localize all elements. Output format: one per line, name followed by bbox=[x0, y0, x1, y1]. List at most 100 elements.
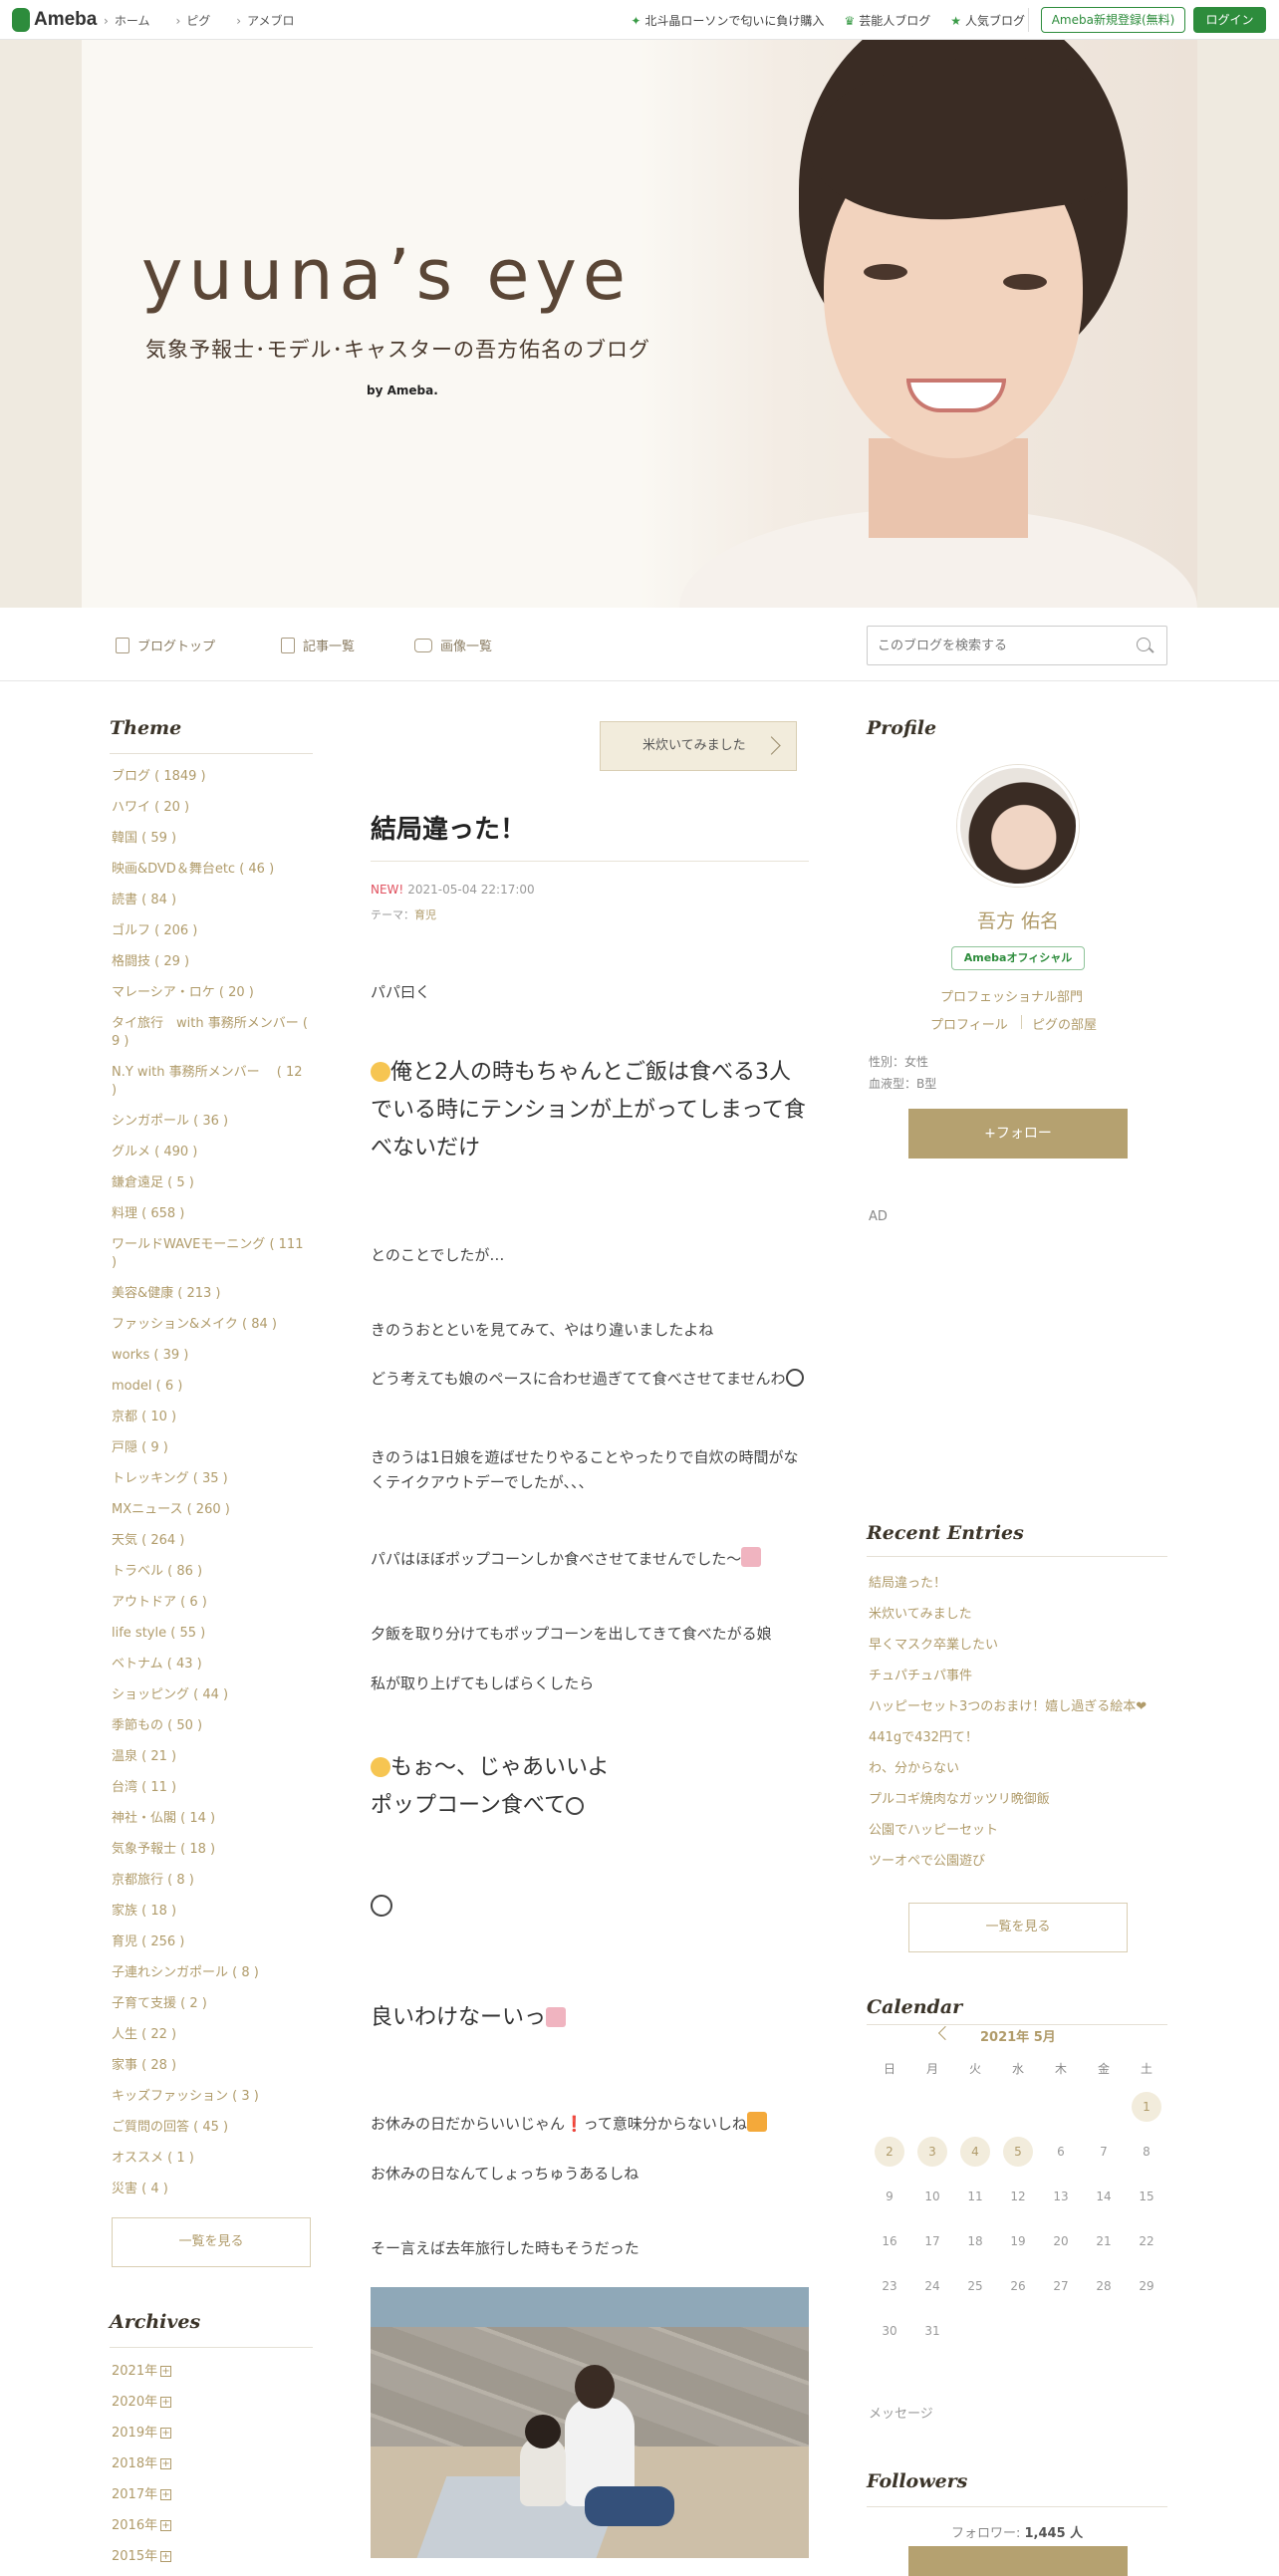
profile-name[interactable]: 吾方 佑名 bbox=[976, 906, 1060, 933]
theme-item[interactable]: 京都旅行 ( 8 ) bbox=[112, 1866, 311, 1897]
recent-entry-item[interactable]: 米炊いてみました bbox=[869, 1600, 1167, 1631]
theme-item[interactable]: 鎌倉遠足 ( 5 ) bbox=[112, 1168, 311, 1199]
theme-item[interactable]: グルメ ( 490 ) bbox=[112, 1138, 311, 1168]
entry-photo[interactable] bbox=[371, 2287, 809, 2558]
profile-avatar[interactable] bbox=[957, 765, 1079, 887]
expand-icon[interactable]: + bbox=[160, 2520, 172, 2531]
header-banner[interactable]: yuuna’s eye 気象予報士･モデル･キャスターの吾方佑名のブログ by … bbox=[82, 40, 1197, 608]
follow-button[interactable]: +フォロー bbox=[908, 1109, 1128, 1159]
theme-item[interactable]: 映画&DVD＆舞台etc ( 46 ) bbox=[112, 855, 311, 886]
celebrity-blog-link[interactable]: ♛ 芸能人ブログ bbox=[844, 12, 930, 29]
theme-item[interactable]: ショッピング ( 44 ) bbox=[112, 1680, 311, 1711]
trending-link[interactable]: ✦ 北斗晶ローソンで匂いに負け購入 bbox=[631, 12, 824, 29]
prev-entry-button[interactable]: 米炊いてみました bbox=[600, 721, 797, 771]
theme-item[interactable]: 美容&健康 ( 213 ) bbox=[112, 1279, 311, 1310]
search-icon[interactable] bbox=[1137, 638, 1151, 651]
theme-item[interactable]: 格闘技 ( 29 ) bbox=[112, 947, 311, 978]
theme-item[interactable]: 天気 ( 264 ) bbox=[112, 1526, 311, 1557]
theme-item[interactable]: 子連れシンガポール ( 8 ) bbox=[112, 1958, 311, 1989]
popular-blog-link[interactable]: ★ 人気ブログ bbox=[950, 12, 1025, 29]
theme-item[interactable]: model ( 6 ) bbox=[112, 1372, 311, 1403]
profile-category-link[interactable]: プロフェッショナル部門 bbox=[940, 986, 1083, 1005]
calendar-day[interactable]: 2 bbox=[875, 2137, 904, 2167]
login-button[interactable]: ログイン bbox=[1193, 7, 1266, 33]
expand-icon[interactable]: + bbox=[160, 2428, 172, 2439]
recent-entry-item[interactable]: わ、分からない bbox=[869, 1754, 1167, 1785]
nav-ameblo-link[interactable]: アメブロ bbox=[236, 12, 294, 29]
calendar-day[interactable]: 3 bbox=[917, 2137, 947, 2167]
theme-item[interactable]: 韓国 ( 59 ) bbox=[112, 824, 311, 855]
calendar-day[interactable]: 5 bbox=[1003, 2137, 1033, 2167]
register-button[interactable]: Ameba新規登録(無料) bbox=[1041, 7, 1185, 33]
theme-item[interactable]: 災害 ( 4 ) bbox=[112, 2175, 311, 2205]
recent-entry-item[interactable]: ハッピーセット3つのおまけ！嬉し過ぎる絵本❤ bbox=[869, 1692, 1167, 1723]
theme-item[interactable]: 季節もの ( 50 ) bbox=[112, 1711, 311, 1742]
expand-icon[interactable]: + bbox=[160, 2551, 172, 2562]
pigg-room-link[interactable]: ピグの部屋 bbox=[1032, 1014, 1097, 1033]
theme-item[interactable]: 子育て支援 ( 2 ) bbox=[112, 1989, 311, 2020]
calendar-day[interactable]: 4 bbox=[960, 2137, 990, 2167]
archive-year[interactable]: 2018年 + bbox=[112, 2449, 311, 2480]
recent-entry-item[interactable]: ツーオペで公園遊び bbox=[869, 1847, 1167, 1878]
theme-item[interactable]: 戸隠 ( 9 ) bbox=[112, 1433, 311, 1464]
ameba-logo[interactable]: Ameba bbox=[12, 8, 97, 32]
entry-theme-link[interactable]: 育児 bbox=[414, 908, 436, 921]
entry-title[interactable]: 結局違った！ bbox=[371, 809, 526, 846]
theme-item[interactable]: MXニュース ( 260 ) bbox=[112, 1495, 311, 1526]
official-badge[interactable]: Amebaオフィシャル bbox=[951, 946, 1085, 970]
theme-item[interactable]: 読書 ( 84 ) bbox=[112, 886, 311, 916]
archive-year[interactable]: 2020年 + bbox=[112, 2388, 311, 2419]
theme-item[interactable]: キッズファッション ( 3 ) bbox=[112, 2082, 311, 2113]
theme-item[interactable]: アウトドア ( 6 ) bbox=[112, 1588, 311, 1619]
nav-entry-list[interactable]: 記事一覧 bbox=[281, 636, 355, 654]
theme-item[interactable]: 温泉 ( 21 ) bbox=[112, 1742, 311, 1773]
theme-item[interactable]: トレッキング ( 35 ) bbox=[112, 1464, 311, 1495]
nav-blog-top[interactable]: ブログトップ bbox=[116, 636, 215, 654]
message-link[interactable]: メッセージ bbox=[869, 2403, 933, 2422]
recent-entry-item[interactable]: 早くマスク卒業したい bbox=[869, 1631, 1167, 1662]
nav-pigg-link[interactable]: ピグ bbox=[175, 12, 210, 29]
archive-year[interactable]: 2017年 + bbox=[112, 2480, 311, 2511]
expand-icon[interactable]: + bbox=[160, 2489, 172, 2500]
nav-home-link[interactable]: ホーム bbox=[104, 12, 150, 29]
theme-item[interactable]: 料理 ( 658 ) bbox=[112, 1199, 311, 1230]
theme-item[interactable]: ご質問の回答 ( 45 ) bbox=[112, 2113, 311, 2144]
follow-button-bottom[interactable] bbox=[908, 2546, 1128, 2576]
theme-item[interactable]: ワールドWAVEモーニング ( 111 ) bbox=[112, 1230, 311, 1279]
archive-year[interactable]: 2019年 + bbox=[112, 2419, 311, 2449]
calendar-day[interactable]: 1 bbox=[1132, 2092, 1161, 2122]
profile-link[interactable]: プロフィール bbox=[930, 1014, 1008, 1033]
theme-item[interactable]: 京都 ( 10 ) bbox=[112, 1403, 311, 1433]
theme-item[interactable]: シンガポール ( 36 ) bbox=[112, 1107, 311, 1138]
calendar-prev-icon[interactable] bbox=[937, 2025, 953, 2041]
recent-more-button[interactable]: 一覧を見る bbox=[908, 1903, 1128, 1952]
archive-year[interactable]: 2021年 + bbox=[112, 2357, 311, 2388]
theme-item[interactable]: ハワイ ( 20 ) bbox=[112, 793, 311, 824]
theme-item[interactable]: 神社・仏閣 ( 14 ) bbox=[112, 1804, 311, 1835]
theme-item[interactable]: works ( 39 ) bbox=[112, 1341, 311, 1372]
recent-entry-item[interactable]: 441gで432円て！ bbox=[869, 1723, 1167, 1754]
theme-more-button[interactable]: 一覧を見る bbox=[112, 2217, 311, 2267]
nav-image-list[interactable]: 画像一覧 bbox=[414, 636, 492, 654]
theme-item[interactable]: ブログ ( 1849 ) bbox=[112, 762, 311, 793]
theme-item[interactable]: 台湾 ( 11 ) bbox=[112, 1773, 311, 1804]
theme-item[interactable]: マレーシア・ロケ ( 20 ) bbox=[112, 978, 311, 1009]
expand-icon[interactable]: + bbox=[160, 2366, 172, 2377]
theme-item[interactable]: life style ( 55 ) bbox=[112, 1619, 311, 1650]
blog-search-input[interactable] bbox=[878, 635, 1117, 656]
theme-item[interactable]: ファッション&メイク ( 84 ) bbox=[112, 1310, 311, 1341]
theme-item[interactable]: 育児 ( 256 ) bbox=[112, 1928, 311, 1958]
theme-item[interactable]: 家族 ( 18 ) bbox=[112, 1897, 311, 1928]
archive-year[interactable]: 2016年 + bbox=[112, 2511, 311, 2542]
recent-entry-item[interactable]: プルコギ焼肉なガッツリ晩御飯 bbox=[869, 1785, 1167, 1816]
theme-item[interactable]: オススメ ( 1 ) bbox=[112, 2144, 311, 2175]
theme-item[interactable]: ゴルフ ( 206 ) bbox=[112, 916, 311, 947]
recent-entry-item[interactable]: 公園でハッピーセット bbox=[869, 1816, 1167, 1847]
recent-entry-item[interactable]: 結局違った！ bbox=[869, 1569, 1167, 1600]
recent-entry-item[interactable]: チュパチュパ事件 bbox=[869, 1662, 1167, 1692]
theme-item[interactable]: 人生 ( 22 ) bbox=[112, 2020, 311, 2051]
theme-item[interactable]: N.Y with 事務所メンバー ( 12 ) bbox=[112, 1058, 311, 1107]
expand-icon[interactable]: + bbox=[160, 2458, 172, 2469]
theme-item[interactable]: 家事 ( 28 ) bbox=[112, 2051, 311, 2082]
theme-item[interactable]: 気象予報士 ( 18 ) bbox=[112, 1835, 311, 1866]
